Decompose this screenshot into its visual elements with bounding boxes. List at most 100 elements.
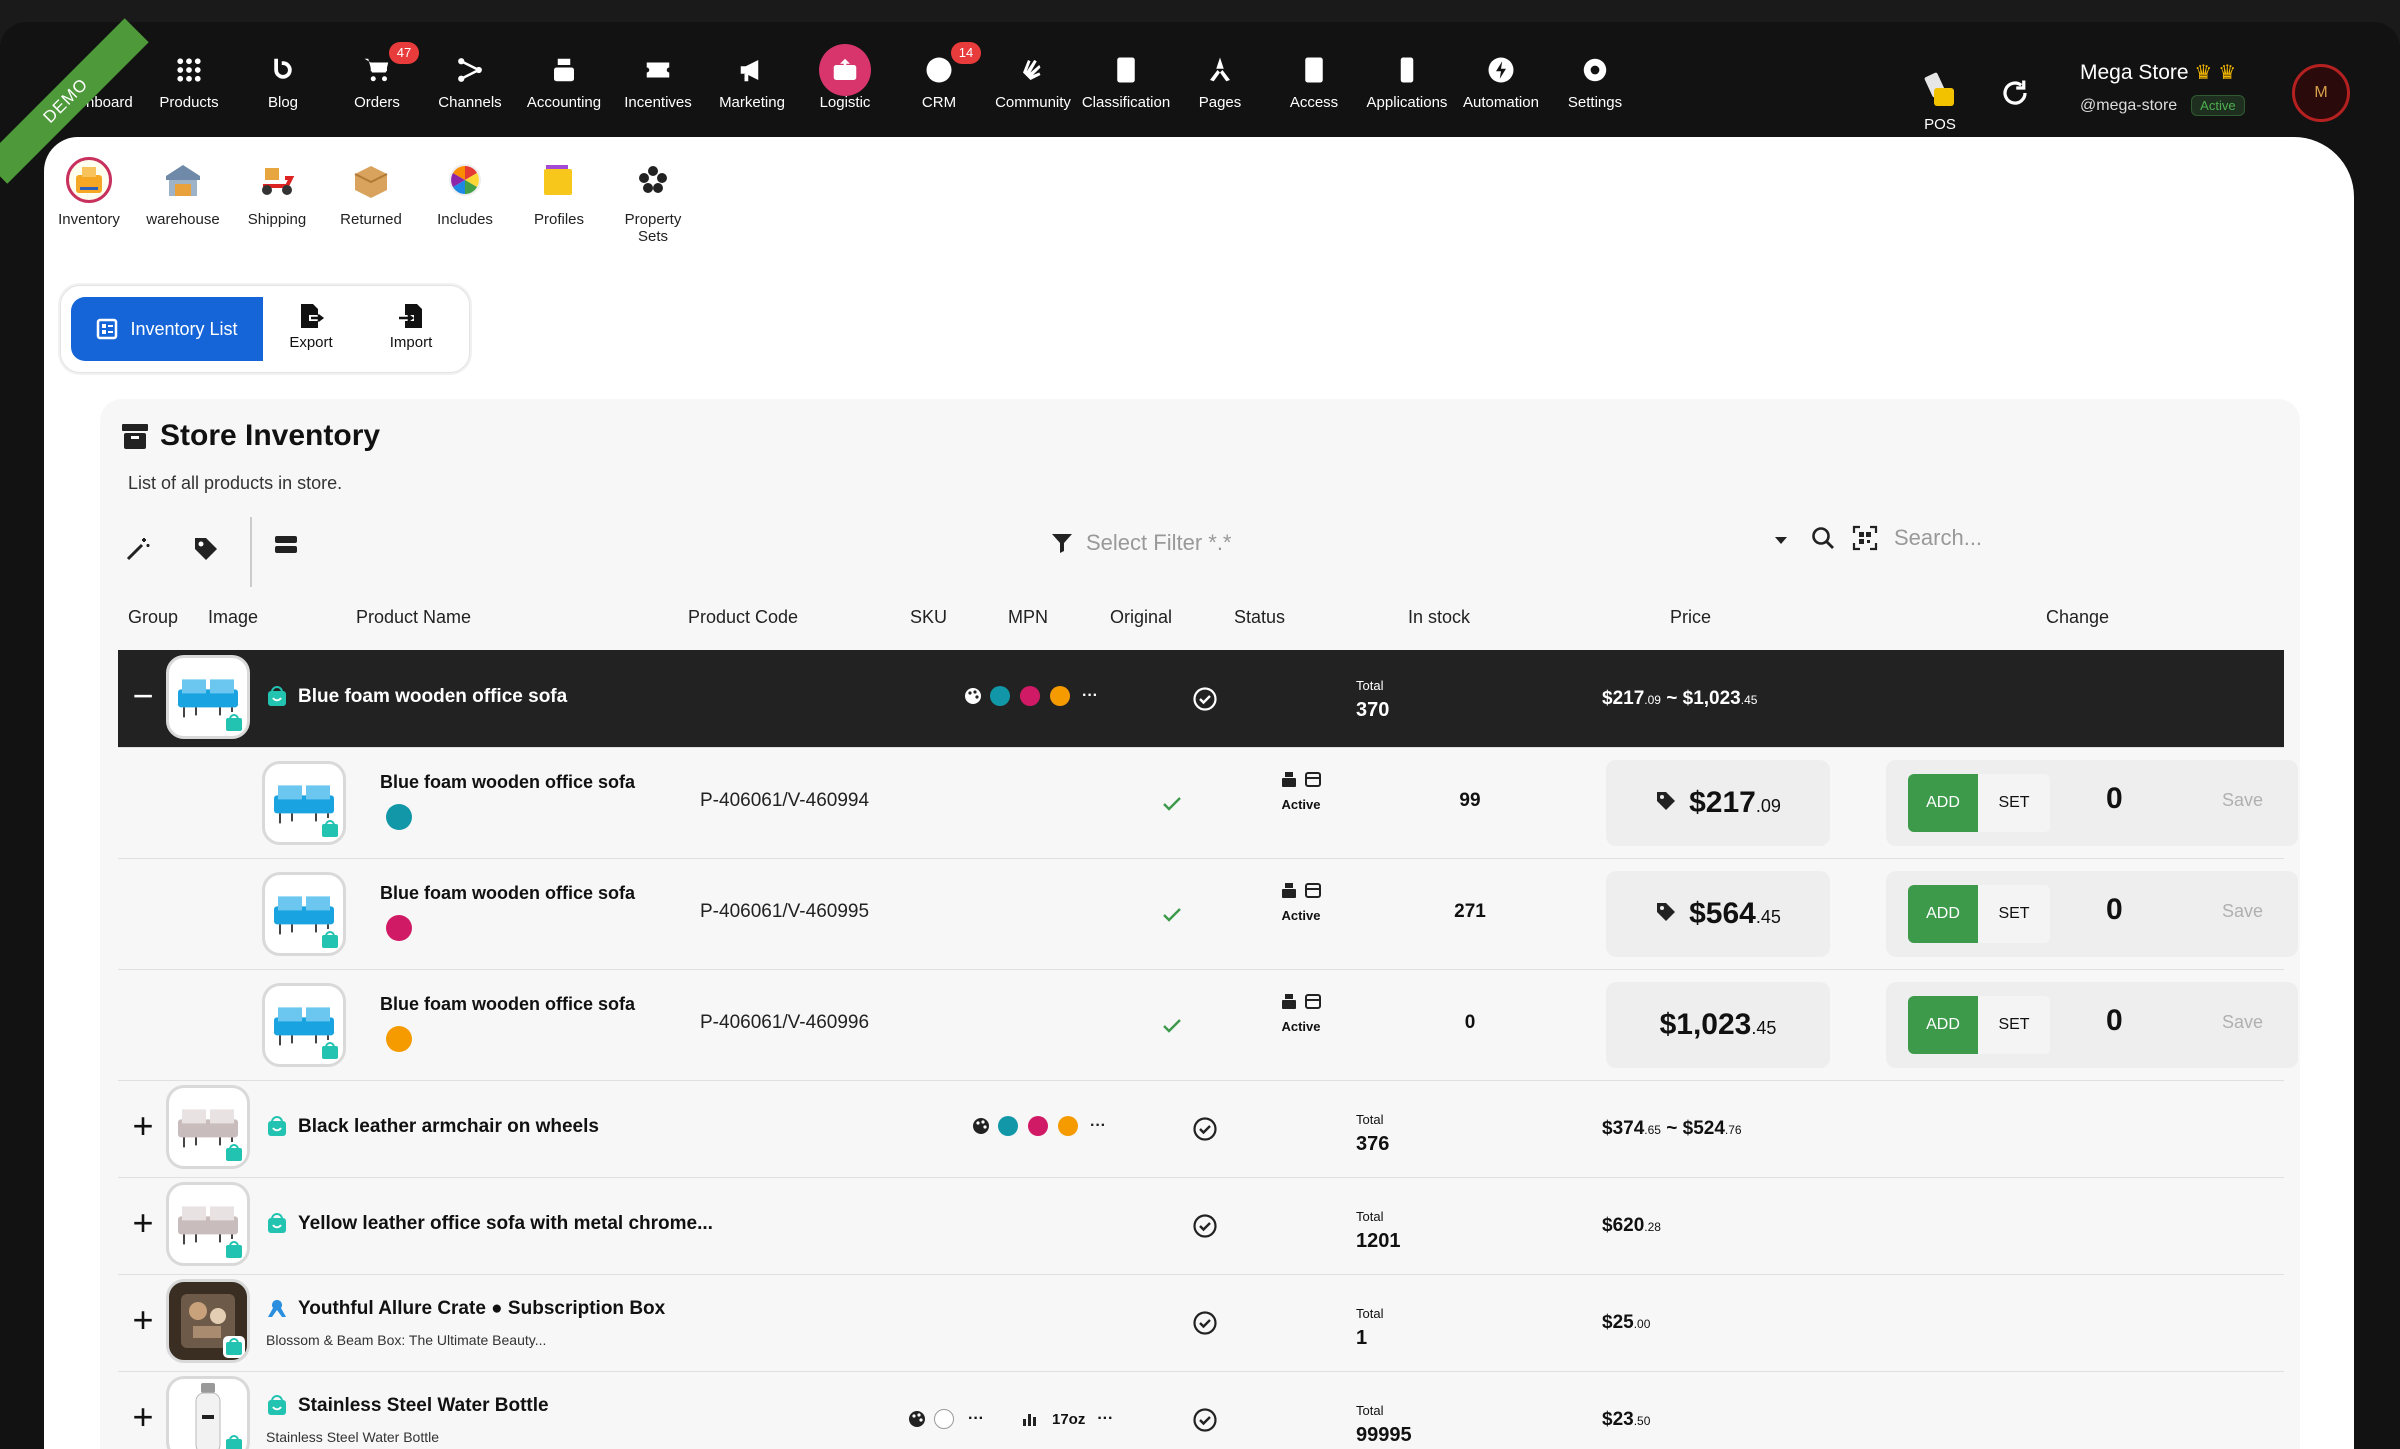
set-button[interactable]: SET xyxy=(1978,774,2050,832)
color-swatch[interactable] xyxy=(1050,686,1070,706)
color-swatch[interactable] xyxy=(1020,686,1040,706)
shop-badge-icon xyxy=(223,1239,245,1261)
product-name-text: Yellow leather office sofa with metal ch… xyxy=(298,1213,713,1235)
total-label: Total xyxy=(1356,678,1384,693)
status-badge: Active xyxy=(1266,992,1336,1034)
quantity-input[interactable]: 0 xyxy=(2106,1004,2123,1038)
add-button[interactable]: ADD xyxy=(1908,774,1978,832)
stock-value: 99 xyxy=(1459,790,1481,811)
expand-icon[interactable]: + xyxy=(128,1205,158,1241)
price-box[interactable]: $217.09 xyxy=(1606,760,1830,846)
price-cents: .45 xyxy=(1755,907,1781,927)
table-row-group[interactable]: + Yellow leather office sofa with metal c… xyxy=(118,1177,2284,1275)
color-variants[interactable]: ··· xyxy=(972,1116,1106,1136)
more-colors-icon[interactable]: ··· xyxy=(1082,687,1098,705)
variant-color-swatch xyxy=(386,1026,412,1052)
storefront-icon xyxy=(1304,881,1322,902)
color-variants[interactable]: ··· 17oz ··· xyxy=(908,1409,1113,1429)
expand-icon[interactable]: + xyxy=(128,1108,158,1144)
quantity-input[interactable]: 0 xyxy=(2106,893,2123,927)
palette-icon xyxy=(964,687,982,705)
variant-name[interactable]: Blue foam wooden office sofa xyxy=(380,883,635,904)
table-row-variant[interactable]: Blue foam wooden office sofa P-406061/V-4… xyxy=(118,970,2298,1081)
more-colors-icon[interactable]: ··· xyxy=(968,1410,984,1428)
total-value: 99995 xyxy=(1356,1424,1412,1446)
ribbon-icon xyxy=(266,1298,288,1320)
add-button[interactable]: ADD xyxy=(1908,885,1978,943)
shop-badge-icon xyxy=(319,1040,341,1062)
product-name[interactable]: Blue foam wooden office sofa xyxy=(266,686,567,708)
add-button[interactable]: ADD xyxy=(1908,996,1978,1054)
variant-name[interactable]: Blue foam wooden office sofa xyxy=(380,994,635,1015)
shop-badge-icon xyxy=(319,929,341,951)
original-check-icon xyxy=(1160,1014,1184,1038)
product-name[interactable]: Stainless Steel Water Bottle xyxy=(266,1395,549,1417)
color-swatch[interactable] xyxy=(1028,1116,1048,1136)
status-check-icon xyxy=(1192,1407,1218,1433)
more-sizes-icon[interactable]: ··· xyxy=(1097,1410,1113,1428)
product-thumbnail[interactable] xyxy=(262,872,346,956)
status-check-icon xyxy=(1192,1310,1218,1336)
more-colors-icon[interactable]: ··· xyxy=(1090,1117,1106,1135)
product-name-text: Stainless Steel Water Bottle xyxy=(298,1395,549,1417)
size-label: 17oz xyxy=(1051,1410,1086,1428)
collapse-icon[interactable]: − xyxy=(128,678,158,714)
price-to-cents: .76 xyxy=(1724,1123,1742,1137)
status-text: Active xyxy=(1281,797,1321,812)
product-thumbnail[interactable] xyxy=(166,655,250,739)
variant-name[interactable]: Blue foam wooden office sofa xyxy=(380,772,635,793)
table-row-group[interactable]: − Blue foam wooden office sofa ··· Total 370… xyxy=(118,650,2284,748)
color-variants[interactable]: ··· xyxy=(964,686,1098,706)
price-separator: ~ xyxy=(1660,688,1683,709)
product-thumbnail[interactable] xyxy=(166,1376,250,1449)
price-box[interactable]: $1,023.45 xyxy=(1606,982,1830,1068)
table-row-group[interactable]: + Stainless Steel Water Bottle Stainless S… xyxy=(118,1371,2284,1449)
shop-icon xyxy=(266,686,288,708)
shop-badge-icon xyxy=(319,818,341,840)
product-name-text: Blue foam wooden office sofa xyxy=(298,686,568,708)
price-cents: .09 xyxy=(1755,796,1781,816)
product-subtitle: Blossom & Beam Box: The Ultimate Beauty.… xyxy=(266,1332,547,1348)
price-box[interactable]: $564.45 xyxy=(1606,871,1830,957)
color-swatch[interactable] xyxy=(1058,1116,1078,1136)
price-value: $217.09 xyxy=(1689,786,1781,820)
product-thumbnail[interactable] xyxy=(166,1279,250,1363)
price-from-cents: .09 xyxy=(1644,693,1661,707)
expand-icon[interactable]: + xyxy=(128,1399,158,1435)
table-row-variant[interactable]: Blue foam wooden office sofa P-406061/V-4… xyxy=(118,748,2298,859)
product-name[interactable]: Yellow leather office sofa with metal ch… xyxy=(266,1213,713,1235)
product-thumbnail[interactable] xyxy=(262,983,346,1067)
save-button[interactable]: Save xyxy=(2222,901,2263,922)
price-cents: .45 xyxy=(1751,1018,1777,1038)
quantity-input[interactable]: 0 xyxy=(2106,782,2123,816)
table-row-group[interactable]: + Black leather armchair on wheels ··· Tota… xyxy=(118,1080,2284,1178)
product-thumbnail[interactable] xyxy=(166,1182,250,1266)
product-name[interactable]: Youthful Allure Crate ● Subscription Box xyxy=(266,1298,665,1320)
color-swatch[interactable] xyxy=(998,1116,1018,1136)
storefront-icon xyxy=(1304,770,1322,791)
status-icons xyxy=(1266,881,1336,902)
expand-icon[interactable]: + xyxy=(128,1302,158,1338)
storefront-icon xyxy=(1304,992,1322,1013)
product-thumbnail[interactable] xyxy=(166,1085,250,1169)
price-from: $374 xyxy=(1602,1118,1645,1139)
color-swatch[interactable] xyxy=(990,686,1010,706)
price-to-cents: .45 xyxy=(1740,693,1758,707)
tag-icon xyxy=(1655,786,1677,820)
inventory-table: − Blue foam wooden office sofa ··· Total 370… xyxy=(56,0,2356,1449)
save-button[interactable]: Save xyxy=(2222,1012,2263,1033)
tag-icon xyxy=(1655,897,1677,931)
price-from-cents: .65 xyxy=(1644,1123,1661,1137)
product-thumbnail[interactable] xyxy=(262,761,346,845)
table-row-variant[interactable]: Blue foam wooden office sofa P-406061/V-4… xyxy=(118,859,2298,970)
color-swatch[interactable] xyxy=(934,1409,954,1429)
stock-value: 0 xyxy=(1464,1012,1476,1033)
table-row-group[interactable]: + Youthful Allure Crate ● Subscription Bo… xyxy=(118,1274,2284,1372)
total-label: Total xyxy=(1356,1112,1384,1127)
save-button[interactable]: Save xyxy=(2222,790,2263,811)
set-button[interactable]: SET xyxy=(1978,885,2050,943)
set-button[interactable]: SET xyxy=(1978,996,2050,1054)
price-to: $1,023 xyxy=(1682,688,1741,709)
price-value: $564.45 xyxy=(1689,897,1781,931)
product-name[interactable]: Black leather armchair on wheels xyxy=(266,1116,599,1138)
